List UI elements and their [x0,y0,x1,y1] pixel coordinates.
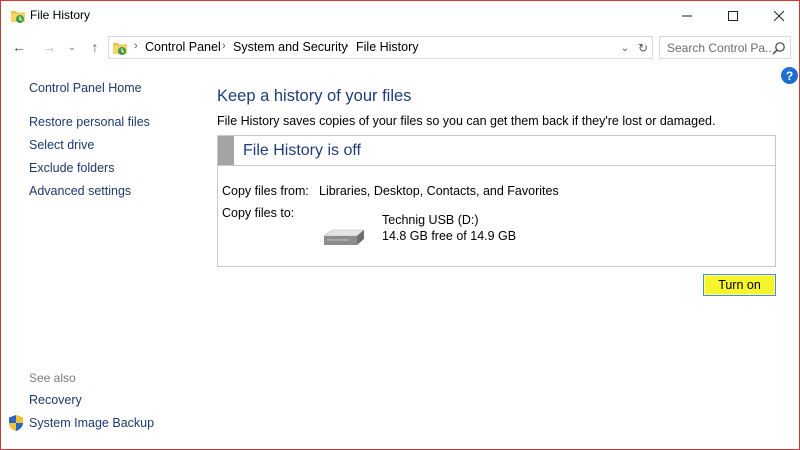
drive-name: Technig USB (D:) [382,213,479,227]
forward-button[interactable]: → [39,37,59,57]
up-button[interactable]: ↑ [85,37,105,57]
usb-drive-icon [323,229,365,245]
page-title: Keep a history of your files [217,87,412,105]
sidebar-item-advanced-settings[interactable]: Advanced settings [29,184,131,198]
sidebar-item-recovery[interactable]: Recovery [29,393,82,407]
up-arrow-icon: ↑ [91,39,99,55]
file-history-window: File History ← → ⌄ ↑ › Control Panel › S… [0,0,800,450]
control-panel-icon [113,43,127,55]
sidebar-item-system-image-backup[interactable]: System Image Backup [29,416,154,430]
minimize-icon [682,15,692,17]
address-dropdown-icon[interactable]: ⌄ [618,40,632,56]
window-title: File History [30,8,91,22]
copy-from-label: Copy files from: [222,184,309,198]
uac-shield-icon [9,415,23,431]
breadcrumb-separator-icon[interactable]: › [134,40,138,52]
sidebar-item-exclude-folders[interactable]: Exclude folders [29,161,114,175]
title-bar: File History [1,1,799,31]
sidebar: Control Panel Home Restore personal file… [1,63,201,449]
search-icon[interactable] [772,41,786,55]
minimize-button[interactable] [664,1,710,31]
navigation-bar: ← → ⌄ ↑ › Control Panel › System and Sec… [1,31,799,63]
status-indicator-bar [218,136,234,165]
turn-on-button[interactable]: Turn on [703,274,776,296]
drive-space: 14.8 GB free of 14.9 GB [382,229,517,243]
breadcrumb-file-history[interactable]: File History [356,40,419,54]
maximize-button[interactable] [710,1,756,31]
file-history-icon [11,11,25,23]
status-panel: File History is off Copy files from: Lib… [217,135,776,267]
help-icon[interactable]: ? [781,67,798,84]
sidebar-item-select-drive[interactable]: Select drive [29,138,94,152]
breadcrumb-separator-icon[interactable]: › [345,40,349,52]
copy-from-value: Libraries, Desktop, Contacts, and Favori… [319,184,559,198]
status-title: File History is off [243,142,361,159]
close-icon [774,11,784,21]
close-button[interactable] [756,1,800,31]
breadcrumb-system-and-security[interactable]: System and Security [233,40,348,54]
recent-locations-button[interactable]: ⌄ [65,37,79,57]
search-input[interactable]: Search Control Pa... [659,36,791,59]
sidebar-item-control-panel-home[interactable]: Control Panel Home [29,81,142,95]
copy-to-label: Copy files to: [222,206,295,220]
sidebar-item-restore-personal-files[interactable]: Restore personal files [29,115,150,129]
search-placeholder: Search Control Pa... [667,41,771,55]
forward-arrow-icon: → [42,39,56,55]
breadcrumb-control-panel[interactable]: Control Panel [145,40,221,54]
maximize-icon [728,11,738,21]
address-bar[interactable]: › Control Panel › System and Security › … [108,36,653,59]
back-button[interactable]: ← [9,37,29,57]
refresh-icon[interactable]: ↻ [635,39,651,56]
breadcrumb-separator-icon[interactable]: › [222,40,226,52]
status-header: File History is off [218,136,775,166]
back-arrow-icon: ← [12,39,26,55]
page-description: File History saves copies of your files … [217,114,716,128]
see-also-heading: See also [29,371,76,385]
chevron-down-icon: ⌄ [67,41,77,53]
